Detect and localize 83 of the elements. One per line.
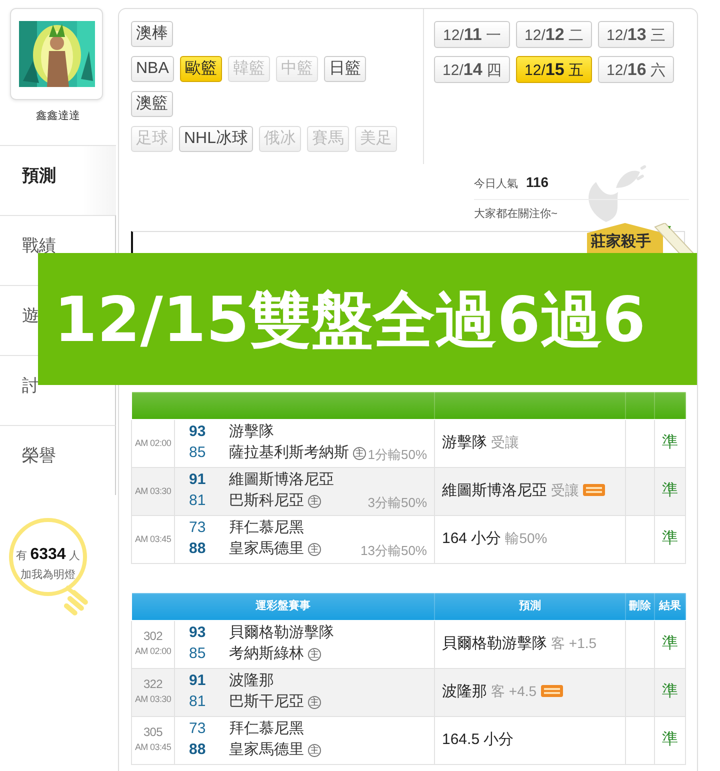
- game-time: AM 02:00: [134, 646, 172, 656]
- attention-note: 大家都在關注你~: [474, 206, 558, 222]
- result-text: 準: [654, 419, 686, 467]
- category-button[interactable]: NHL冰球: [179, 126, 254, 152]
- result-text: 準: [654, 668, 686, 716]
- prediction-pick: 維圖斯博洛尼亞: [442, 482, 547, 499]
- home-mark: 主: [308, 648, 321, 661]
- game-code: 302: [142, 629, 164, 644]
- date-button[interactable]: 12/13 三: [598, 21, 674, 48]
- fan-count-text: 有 6334 人: [16, 550, 80, 562]
- category-button[interactable]: 日籃: [324, 56, 366, 82]
- prediction-note: 受讓: [491, 434, 519, 450]
- team-score: 85: [188, 644, 207, 664]
- spread-result: 3分輸50%: [368, 494, 428, 512]
- user-name: 鑫鑫達達: [35, 109, 81, 124]
- prediction-note: 客 +4.5: [491, 682, 537, 699]
- column-header: 預測: [434, 593, 626, 620]
- team-name: 拜仁慕尼黑: [229, 719, 304, 740]
- team-name: 維圖斯博洛尼亞: [229, 470, 334, 490]
- game-time: AM 03:45: [134, 534, 172, 544]
- spread-result: 1分輸50%: [368, 446, 428, 464]
- column-header: 結果: [654, 593, 686, 620]
- prediction-pick: 164 小分: [442, 530, 502, 547]
- home-mark: 主: [353, 447, 366, 460]
- team-name: 游擊隊: [229, 422, 274, 442]
- result-text: 準: [654, 515, 686, 563]
- team-score: 81: [188, 692, 207, 712]
- column-header: 運彩盤賽事: [132, 593, 434, 620]
- game-time: AM 03:30: [134, 694, 172, 704]
- date-button[interactable]: 12/16 六: [598, 56, 674, 83]
- team-score: 88: [188, 740, 207, 760]
- sidebar-item[interactable]: 榮譽: [0, 424, 116, 494]
- prediction-note: 輸50%: [505, 530, 548, 546]
- team-score: 81: [188, 491, 207, 512]
- team-score: 93: [188, 623, 207, 644]
- home-mark: 主: [308, 495, 321, 508]
- date-button[interactable]: 12/15 五: [516, 56, 592, 83]
- team-name: 波隆那: [229, 671, 274, 692]
- home-mark: 主: [308, 543, 321, 556]
- date-button[interactable]: 12/12 二: [516, 21, 592, 48]
- team-score: 88: [188, 539, 207, 560]
- prediction-pick: 波隆那: [442, 682, 487, 700]
- category-button[interactable]: 歐籃: [180, 56, 222, 82]
- category-button[interactable]: NBA: [131, 56, 174, 82]
- team-name: 拜仁慕尼黑: [229, 518, 304, 538]
- team-score: 73: [188, 518, 207, 538]
- home-mark: 主: [308, 744, 321, 757]
- team-name: 考納斯綠林: [229, 644, 304, 664]
- result-text: 準: [654, 620, 686, 668]
- prediction-note: 受讓: [551, 482, 579, 498]
- announcement-toast: 12/15雙盤全過6過6: [38, 253, 697, 385]
- game-code: 322: [142, 677, 164, 692]
- team-score: 85: [188, 443, 207, 464]
- team-name: 皇家馬德里: [229, 740, 304, 760]
- team-name: 薩拉基利斯考納斯: [229, 443, 349, 464]
- spread-result: 13分輸50%: [360, 542, 428, 560]
- home-mark: 主: [308, 696, 321, 709]
- game-time: AM 02:00: [134, 438, 172, 448]
- ribbon-label: 莊家殺手: [591, 232, 651, 252]
- category-button[interactable]: 澳棒: [131, 21, 173, 47]
- column-header: 刪除: [626, 593, 654, 620]
- game-time: AM 03:45: [134, 742, 172, 752]
- team-name: 巴斯科尼亞: [229, 491, 304, 512]
- prediction-note: 客 +1.5: [551, 634, 597, 651]
- team-name: 巴斯干尼亞: [229, 692, 304, 712]
- team-score: 91: [188, 671, 207, 692]
- fan-caption: 加我為明燈: [20, 568, 76, 580]
- sidebar-item[interactable]: 預測: [0, 144, 116, 214]
- team-score: 91: [188, 470, 207, 490]
- prediction-pick: 貝爾格勒游擊隊: [442, 634, 547, 652]
- prediction-pick: 游擊隊: [442, 434, 487, 451]
- result-text: 準: [654, 467, 686, 515]
- team-name: 貝爾格勒游擊隊: [229, 623, 334, 644]
- date-button[interactable]: 12/11 一: [434, 21, 510, 48]
- team-score: 93: [188, 422, 207, 442]
- game-code: 305: [142, 725, 164, 740]
- category-button[interactable]: 澳籃: [131, 91, 173, 117]
- game-time: AM 03:30: [134, 486, 172, 496]
- result-text: 準: [654, 716, 686, 764]
- prediction-pick: 164.5 小分: [442, 730, 514, 748]
- date-button[interactable]: 12/14 四: [434, 56, 510, 83]
- team-name: 皇家馬德里: [229, 539, 304, 560]
- team-score: 73: [188, 719, 207, 740]
